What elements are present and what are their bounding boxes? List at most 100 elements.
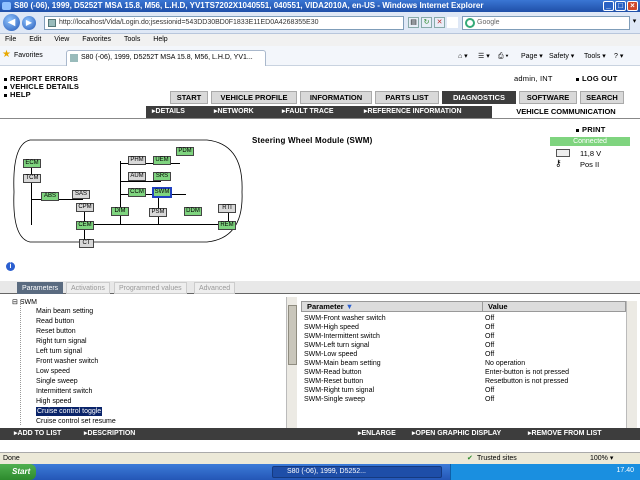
page-menu[interactable]: Page ▾: [521, 51, 543, 63]
subnav-reference-information[interactable]: ▸ REFERENCE INFORMATION: [364, 106, 462, 118]
tab-search[interactable]: SEARCH: [580, 91, 624, 104]
home-icon[interactable]: ⌂ ▾: [458, 51, 468, 63]
node-cem[interactable]: CEM: [76, 221, 94, 230]
node-ddm[interactable]: DDM: [184, 207, 202, 216]
close-button[interactable]: ×: [627, 1, 638, 11]
safety-menu[interactable]: Safety ▾: [549, 51, 574, 63]
tree-item[interactable]: Front washer switch: [36, 357, 98, 366]
node-sas[interactable]: SAS: [72, 190, 90, 199]
help-icon[interactable]: ? ▾: [614, 51, 623, 63]
tree-root[interactable]: ⊟ SWM: [12, 298, 37, 307]
node-abs[interactable]: ABS: [41, 192, 59, 201]
description-button[interactable]: ▸ DESCRIPTION: [84, 428, 135, 440]
node-phm[interactable]: PHM: [128, 156, 146, 165]
tab-software[interactable]: SOFTWARE: [519, 91, 577, 104]
tab-information[interactable]: INFORMATION: [300, 91, 372, 104]
logout-link[interactable]: LOG OUT: [576, 74, 618, 83]
search-options-icon[interactable]: ▾: [630, 17, 639, 28]
tab-parts-list[interactable]: PARTS LIST: [375, 91, 439, 104]
menu-tools[interactable]: Tools: [124, 36, 140, 43]
node-psm[interactable]: PSM: [149, 208, 167, 217]
node-ecm[interactable]: ECM: [23, 159, 41, 168]
help-link[interactable]: HELP: [4, 90, 31, 99]
menu-edit[interactable]: Edit: [29, 36, 41, 43]
remove-from-list-button[interactable]: ▸ REMOVE FROM LIST: [528, 428, 602, 440]
tree-item[interactable]: Cruise control set resume: [36, 417, 116, 426]
start-button[interactable]: Start: [0, 464, 36, 480]
node-tcm[interactable]: TCM: [23, 174, 41, 183]
tab-diagnostics[interactable]: DIAGNOSTICS: [442, 91, 516, 104]
tab-activations[interactable]: Activations: [66, 282, 110, 294]
subnav-details[interactable]: ▸ DETAILS: [152, 106, 185, 118]
favorites-button[interactable]: ★ Favorites: [2, 49, 43, 62]
tab-start[interactable]: START: [170, 91, 208, 104]
taskbar-ie-window[interactable]: S80 (-06), 1999, D5252...: [272, 466, 442, 478]
tree-item[interactable]: Main beam setting: [36, 307, 93, 316]
menu-help[interactable]: Help: [153, 36, 167, 43]
grid-row[interactable]: SWM-High speed Off: [304, 323, 494, 332]
node-uem[interactable]: UEM: [153, 156, 171, 165]
open-graphic-display-button[interactable]: ▸ OPEN GRAPHIC DISPLAY: [412, 428, 501, 440]
grid-row[interactable]: SWM-Right turn signal Off: [304, 386, 494, 395]
print-icon[interactable]: ⎙ ▾: [498, 51, 509, 63]
tree-item[interactable]: High speed: [36, 397, 71, 406]
tree-item[interactable]: Right turn signal: [36, 337, 87, 346]
tree-scrollbar[interactable]: [286, 297, 297, 428]
menu-view[interactable]: View: [54, 36, 69, 43]
tools-menu[interactable]: Tools ▾: [584, 51, 606, 63]
tree-item[interactable]: Low speed: [36, 367, 70, 376]
minimize-button[interactable]: _: [603, 1, 614, 11]
maximize-button[interactable]: □: [615, 1, 626, 11]
node-srs[interactable]: SRS: [153, 172, 171, 181]
menu-file[interactable]: File: [5, 36, 16, 43]
tab-vehicle-profile[interactable]: VEHICLE PROFILE: [211, 91, 297, 104]
tree-item[interactable]: Intermittent switch: [36, 387, 92, 396]
subnav-fault-trace[interactable]: ▸ FAULT TRACE: [282, 106, 334, 118]
feeds-icon[interactable]: ☰ ▾: [478, 51, 490, 63]
tab-programmed-values[interactable]: Programmed values: [114, 282, 187, 294]
address-bar[interactable]: http://localhost/Vida/Login.do;jsessioni…: [44, 16, 404, 30]
grid-row[interactable]: SWM-Main beam setting No operation: [304, 359, 525, 368]
browser-tab[interactable]: S80 (-06), 1999, D5252T MSA 15.8, M56, L…: [66, 50, 266, 66]
tree-item[interactable]: Reset button: [36, 327, 76, 336]
subnav-network[interactable]: ▸ NETWORK: [214, 106, 254, 118]
node-rti[interactable]: RTI: [218, 204, 236, 213]
search-box[interactable]: Google: [462, 16, 630, 30]
enlarge-button[interactable]: ▸ ENLARGE: [358, 428, 396, 440]
grid-row[interactable]: SWM-Left turn signal Off: [304, 341, 494, 350]
grid-header-parameter[interactable]: Parameter ▼: [307, 302, 353, 311]
grid-row[interactable]: SWM-Reset button Resetbutton is not press…: [304, 377, 568, 386]
stop-icon[interactable]: ✕: [434, 17, 445, 28]
grid-row[interactable]: SWM-Single sweep Off: [304, 395, 494, 404]
zoom-control[interactable]: 100% ▾: [590, 453, 613, 464]
grid-header-value[interactable]: Value: [488, 302, 508, 311]
vehicle-communication-tab[interactable]: VEHICLE COMMUNICATION: [492, 106, 640, 118]
grid-row[interactable]: SWM-Front washer switch Off: [304, 314, 494, 323]
print-link[interactable]: PRINT: [576, 125, 606, 134]
grid-row[interactable]: SWM-Intermittent switch Off: [304, 332, 494, 341]
node-rem[interactable]: REM: [218, 221, 236, 230]
grid-scrollbar[interactable]: [626, 301, 637, 428]
node-dim[interactable]: DIM: [111, 207, 129, 216]
tree-item[interactable]: Single sweep: [36, 377, 78, 386]
tab-parameters[interactable]: Parameters: [17, 282, 64, 294]
node-swm[interactable]: SWM: [152, 187, 172, 198]
node-ct[interactable]: CT: [79, 239, 94, 248]
info-icon[interactable]: i: [6, 262, 15, 271]
node-pdm[interactable]: PDM: [176, 147, 194, 156]
tree-scroll-thumb[interactable]: [288, 305, 297, 365]
tree-item-selected[interactable]: Cruise control toggle: [36, 407, 103, 416]
grid-row[interactable]: SWM-Read button Enter-button is not press…: [304, 368, 569, 377]
node-cpm[interactable]: CPM: [76, 203, 94, 212]
tree-item[interactable]: Read button: [36, 317, 74, 326]
grid-row[interactable]: SWM-Low speed Off: [304, 350, 494, 359]
tree-item[interactable]: Left turn signal: [36, 347, 82, 356]
refresh-icon[interactable]: ↻: [421, 17, 432, 28]
node-ccm[interactable]: CCM: [128, 188, 146, 197]
menu-favorites[interactable]: Favorites: [82, 36, 111, 43]
node-aum[interactable]: AUM: [128, 172, 146, 181]
add-to-list-button[interactable]: ▸ ADD TO LIST: [14, 428, 61, 440]
tab-advanced[interactable]: Advanced: [194, 282, 236, 294]
compat-view-icon[interactable]: ▤: [408, 17, 419, 28]
forward-button[interactable]: ▶: [22, 16, 36, 30]
